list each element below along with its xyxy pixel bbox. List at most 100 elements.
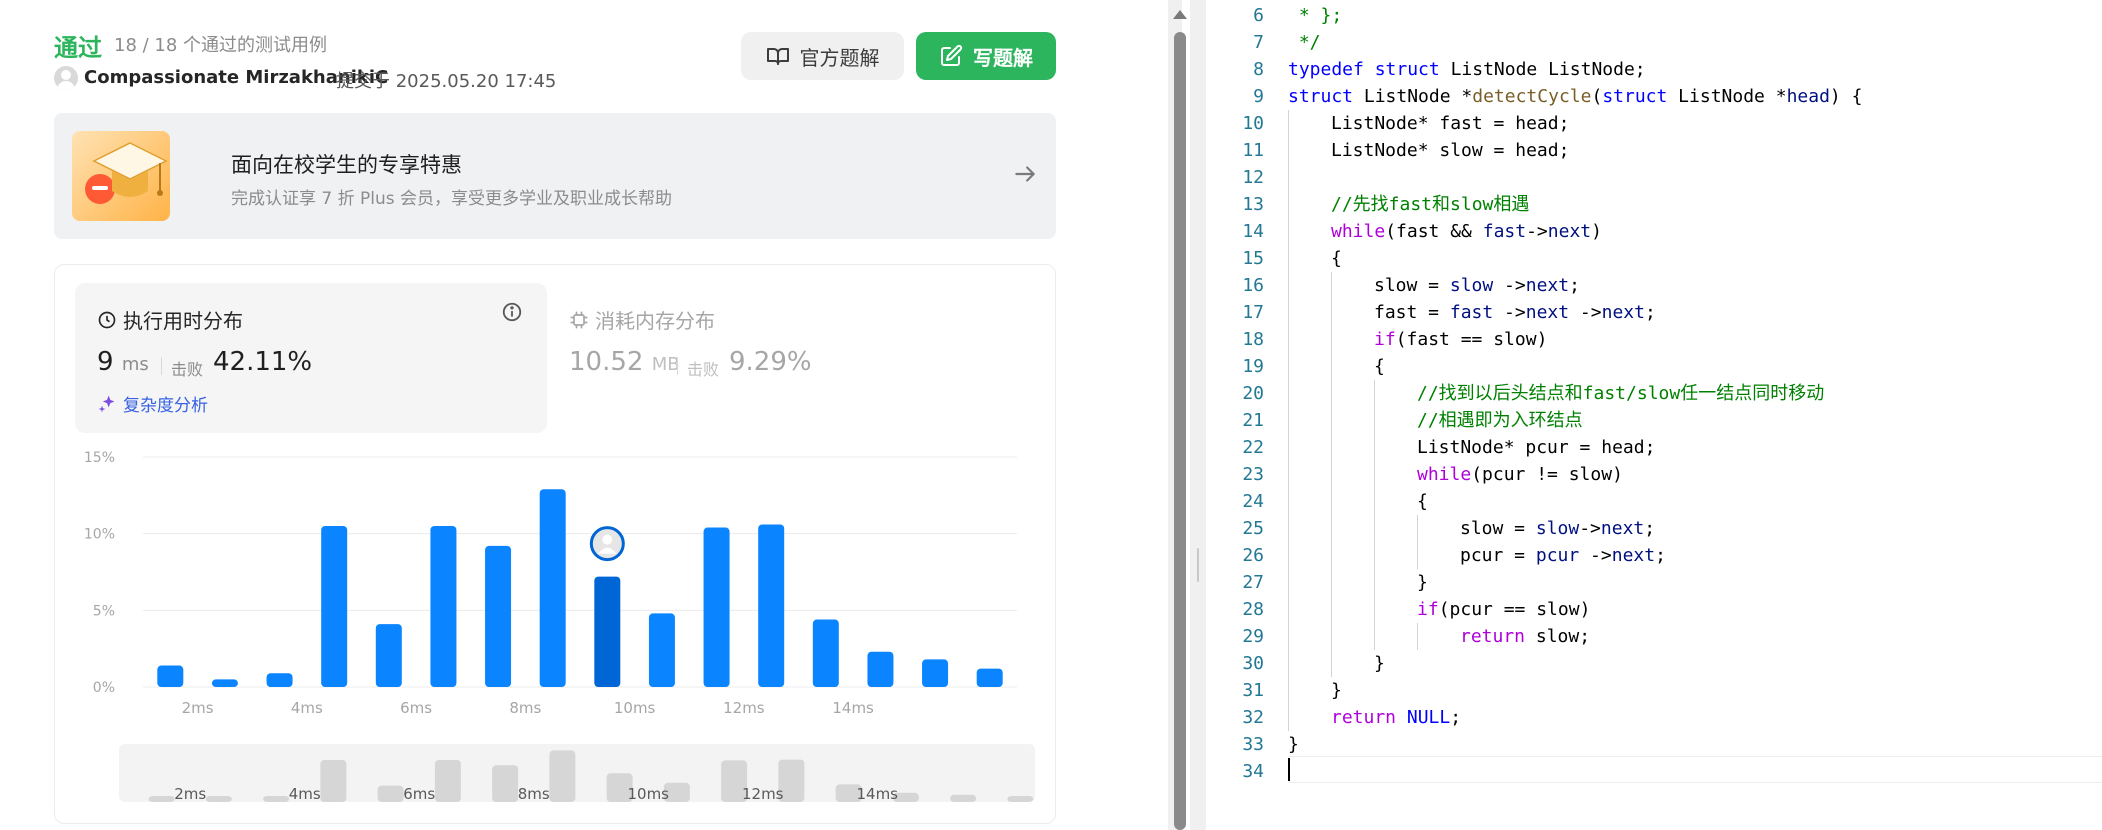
bar-3ms[interactable] [266, 673, 293, 687]
info-icon[interactable] [501, 301, 523, 323]
code-line[interactable]: 12 [1206, 164, 2102, 191]
bar-9ms[interactable] [594, 576, 621, 687]
chart-range-overview[interactable]: 2ms 4ms 6ms 8ms 10ms 12ms 14ms [119, 744, 1035, 802]
divider-drag-handle[interactable] [1197, 548, 1199, 582]
code-line[interactable]: 8 typedef struct ListNode ListNode; [1206, 56, 2102, 83]
code-text: { [1331, 248, 1342, 269]
code-line[interactable]: 23 while(pcur != slow) [1206, 461, 2102, 488]
code-text: while(pcur != slow) [1417, 464, 1623, 485]
test-cases-summary: 18 / 18 个通过的测试用例 [114, 35, 328, 56]
indent-guide [1331, 596, 1332, 623]
indent-guide [1374, 515, 1375, 542]
graduation-cap-illustration [72, 131, 170, 221]
indent-guide [1288, 488, 1289, 515]
x-tick-label: 8ms [509, 699, 541, 717]
write-solution-button[interactable]: 写题解 [916, 32, 1056, 80]
bar-1ms[interactable] [157, 665, 184, 687]
chip-icon [570, 311, 588, 328]
bar-4ms[interactable] [321, 526, 348, 687]
runtime-value: 9 [97, 347, 114, 377]
code-line[interactable]: 19 { [1206, 353, 2102, 380]
bar-5ms[interactable] [375, 624, 402, 687]
code-line[interactable]: 32 return NULL; [1206, 704, 2102, 731]
code-line[interactable]: 21 //相遇即为入环结点 [1206, 407, 2102, 434]
code-line[interactable]: 7 */ [1206, 29, 2102, 56]
code-line[interactable]: 14 while(fast && fast->next) [1206, 218, 2102, 245]
scroll-up-arrow[interactable] [1173, 10, 1187, 19]
code-text: { [1374, 356, 1385, 377]
code-text: //相遇即为入环结点 [1417, 410, 1583, 431]
code-line[interactable]: 13 //先找fast和slow相遇 [1206, 191, 2102, 218]
code-line[interactable]: 29 return slow; [1206, 623, 2102, 650]
bar-15ms[interactable] [922, 659, 949, 687]
bar-8ms[interactable] [539, 489, 566, 687]
bar-13ms[interactable] [812, 619, 839, 687]
sparkle-icon [98, 395, 115, 412]
runtime-stat-tab[interactable]: 执行用时分布 9 ms 击败 42.11% 复杂度分析 [75, 283, 547, 433]
code-text: //找到以后头结点和fast/slow任一结点同时移动 [1417, 383, 1825, 404]
line-number: 18 [1242, 329, 1264, 350]
bar-14ms[interactable] [867, 651, 894, 687]
code-line[interactable]: 31} [1206, 677, 2102, 704]
panel-divider[interactable] [1190, 0, 1206, 830]
code-text: fast = fast ->next ->next; [1374, 302, 1656, 323]
code-line[interactable]: 17 fast = fast ->next ->next; [1206, 299, 2102, 326]
code-editor[interactable]: 6 * }; 7 */8 typedef struct ListNode ListN… [1206, 0, 2102, 830]
code-line[interactable]: 16 slow = slow ->next; [1206, 272, 2102, 299]
arrow-right-icon[interactable] [1012, 161, 1038, 187]
code-text: */ [1288, 32, 1321, 53]
line-number: 9 [1253, 86, 1264, 107]
line-number: 12 [1242, 167, 1264, 188]
code-line[interactable]: 18 if(fast == slow) [1206, 326, 2102, 353]
code-line[interactable]: 33} [1206, 731, 2102, 758]
code-line[interactable]: 10 ListNode* fast = head; [1206, 110, 2102, 137]
mini-bar [205, 796, 232, 802]
student-promo-banner[interactable]: 面向在校学生的专享特惠 完成认证享 7 折 Plus 会员，享受更多学业及职业成… [54, 113, 1056, 239]
bar-7ms[interactable] [485, 545, 512, 687]
indent-guide [1331, 380, 1332, 407]
code-text: typedef struct ListNode ListNode; [1288, 59, 1646, 80]
bar-6ms[interactable] [430, 526, 457, 687]
avatar[interactable] [54, 66, 78, 90]
indent-guide [1331, 461, 1332, 488]
code-line[interactable]: 24 { [1206, 488, 2102, 515]
code-line[interactable]: 20 //找到以后头结点和fast/slow任一结点同时移动 [1206, 380, 2102, 407]
code-line[interactable]: 6 * }; [1206, 2, 2102, 29]
code-text: while(fast && fast->next) [1331, 221, 1602, 242]
code-line[interactable]: 27} [1206, 569, 2102, 596]
complexity-analysis-link[interactable]: 复杂度分析 [97, 391, 208, 416]
memory-stat-tab[interactable]: 消耗内存分布 10.52 MB 击败 9.29% [547, 283, 1019, 433]
promo-subtitle: 完成认证享 7 折 Plus 会员，享受更多学业及职业成长帮助 [231, 189, 673, 209]
code-line[interactable]: 26 pcur = pcur ->next; [1206, 542, 2102, 569]
indent-guide [1417, 623, 1418, 650]
code-line[interactable]: 34 [1206, 758, 2102, 785]
line-number: 31 [1242, 680, 1264, 701]
x-tick-label: 2ms [182, 699, 214, 717]
book-icon [766, 48, 789, 65]
code-line[interactable]: 28 if(pcur == slow) [1206, 596, 2102, 623]
bar-16ms[interactable] [976, 668, 1003, 687]
code-line[interactable]: 30} [1206, 650, 2102, 677]
x-tick-label: 4ms [291, 699, 323, 717]
bar-11ms[interactable] [703, 527, 730, 687]
line-number: 29 [1242, 626, 1264, 647]
code-line[interactable]: 22 ListNode* pcur = head; [1206, 434, 2102, 461]
code-line[interactable]: 15 { [1206, 245, 2102, 272]
code-text: { [1417, 491, 1428, 512]
official-solution-button[interactable]: 官方题解 [741, 32, 904, 80]
y-tick-label: 15% [84, 450, 115, 466]
runtime-beat-value: 42.11% [213, 347, 313, 377]
bar-12ms[interactable] [758, 524, 785, 687]
code-line[interactable]: 9 struct ListNode *detectCycle(struct Lis… [1206, 83, 2102, 110]
code-text: if(pcur == slow) [1417, 599, 1591, 620]
submission-panel: 通过 18 / 18 个通过的测试用例 Compassionate Mirzak… [0, 0, 1175, 830]
indent-guide [1288, 218, 1289, 245]
mini-x-tick-label: 2ms [174, 785, 206, 802]
left-panel-scrollbar-thumb[interactable] [1174, 32, 1186, 830]
code-line[interactable]: 25 slow = slow->next; [1206, 515, 2102, 542]
bar-10ms[interactable] [648, 613, 675, 687]
runtime-title: 执行用时分布 [123, 309, 243, 333]
code-line[interactable]: 11 ListNode* slow = head; [1206, 137, 2102, 164]
line-number: 33 [1242, 734, 1264, 755]
bar-2ms[interactable] [211, 679, 238, 687]
